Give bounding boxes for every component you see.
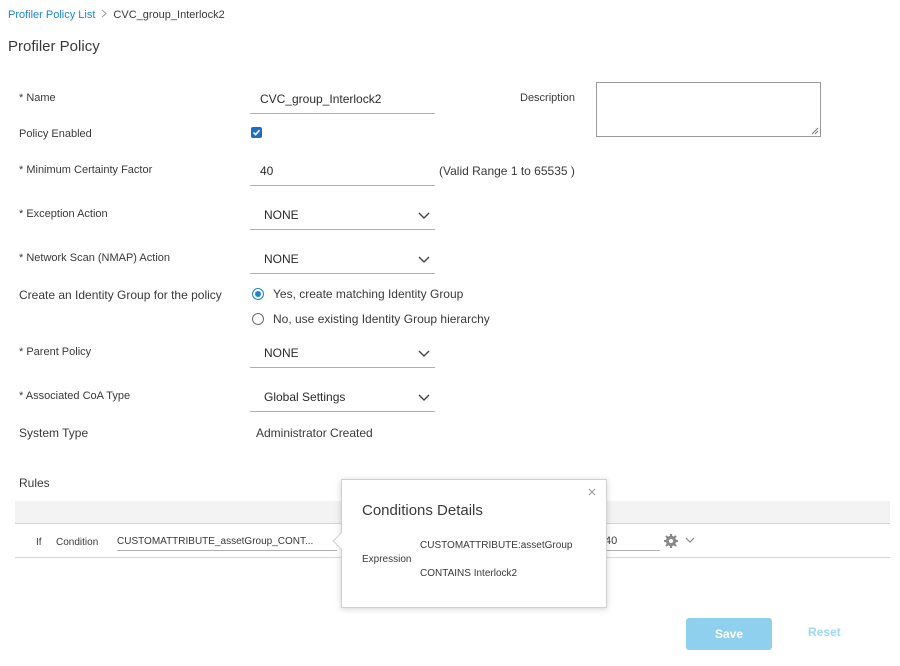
name-input-value: CVC_group_Interlock2 <box>260 92 382 106</box>
breadcrumb-current: CVC_group_Interlock2 <box>113 9 225 21</box>
checkmark-icon <box>252 129 261 136</box>
nmap-action-select[interactable]: NONE <box>250 245 435 274</box>
reset-button[interactable]: Reset <box>808 625 841 639</box>
close-icon[interactable] <box>587 487 597 497</box>
rule-certainty-input[interactable]: 40 <box>605 531 660 551</box>
identity-group-label: Create an Identity Group for the policy <box>19 288 222 302</box>
coa-type-value: Global Settings <box>264 390 346 404</box>
page-title: Profiler Policy <box>8 38 100 55</box>
name-label: * Name <box>19 92 56 104</box>
gear-icon[interactable] <box>663 533 679 549</box>
nmap-action-value: NONE <box>264 252 299 266</box>
identity-group-option-no-label: No, use existing Identity Group hierarch… <box>273 312 490 326</box>
mcf-label: * Minimum Certainty Factor <box>19 164 153 176</box>
parent-policy-label: * Parent Policy <box>19 346 92 358</box>
breadcrumb: Profiler Policy List CVC_group_Interlock… <box>8 9 225 21</box>
expression-line-2: CONTAINS Interlock2 <box>420 568 518 579</box>
mcf-range-hint: (Valid Range 1 to 65535 ) <box>439 164 575 178</box>
mcf-input-value: 40 <box>260 164 274 178</box>
exception-action-select[interactable]: NONE <box>250 201 435 230</box>
rule-condition-label: Condition <box>56 537 99 548</box>
system-type-value: Administrator Created <box>256 426 373 440</box>
exception-action-label: * Exception Action <box>19 208 108 220</box>
rules-title: Rules <box>19 476 50 490</box>
popover-title: Conditions Details <box>362 502 483 519</box>
expression-line-1: CUSTOMATTRIBUTE:assetGroup <box>420 540 573 551</box>
chevron-down-icon[interactable] <box>685 535 695 545</box>
mcf-input[interactable]: 40 <box>250 157 435 186</box>
chevron-down-icon <box>418 256 430 263</box>
policy-enabled-checkbox[interactable] <box>251 127 262 138</box>
save-button[interactable]: Save <box>686 618 772 650</box>
radio-unselected-icon[interactable] <box>252 313 264 325</box>
rule-condition-input[interactable]: CUSTOMATTRIBUTE_assetGroup_CONT... <box>117 531 337 551</box>
chevron-down-icon <box>418 394 430 401</box>
conditions-details-popover: Conditions Details Expression CUSTOMATTR… <box>332 479 607 608</box>
system-type-label: System Type <box>19 426 89 440</box>
nmap-action-label: * Network Scan (NMAP) Action <box>19 252 170 264</box>
identity-group-option-yes[interactable]: Yes, create matching Identity Group <box>252 287 463 301</box>
chevron-down-icon <box>418 212 430 219</box>
resize-grip-icon[interactable] <box>811 127 819 135</box>
chevron-down-icon <box>418 350 430 357</box>
description-textarea[interactable] <box>596 82 821 137</box>
rule-if-label: If <box>36 537 42 548</box>
name-input[interactable]: CVC_group_Interlock2 <box>250 85 435 114</box>
breadcrumb-profiler-policy-list-link[interactable]: Profiler Policy List <box>8 9 95 21</box>
coa-type-select[interactable]: Global Settings <box>250 383 435 412</box>
policy-enabled-label: Policy Enabled <box>19 128 92 140</box>
identity-group-option-yes-label: Yes, create matching Identity Group <box>273 287 464 301</box>
chevron-right-icon <box>101 9 108 21</box>
expression-label: Expression <box>362 554 412 565</box>
parent-policy-value: NONE <box>264 346 299 360</box>
radio-selected-icon[interactable] <box>252 288 264 300</box>
exception-action-value: NONE <box>264 208 299 222</box>
identity-group-option-no[interactable]: No, use existing Identity Group hierarch… <box>252 312 490 326</box>
coa-type-label: * Associated CoA Type <box>19 390 131 402</box>
parent-policy-select[interactable]: NONE <box>250 339 435 368</box>
description-label: Description <box>520 92 576 104</box>
